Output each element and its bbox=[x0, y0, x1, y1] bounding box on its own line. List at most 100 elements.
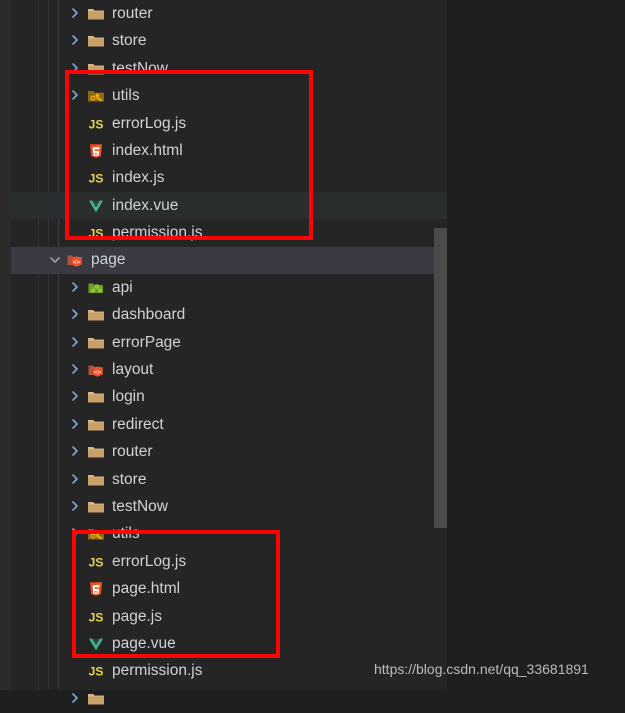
svg-text:<>: <> bbox=[94, 369, 102, 376]
chevron-right-icon[interactable] bbox=[68, 280, 82, 294]
folder-api-icon bbox=[87, 279, 105, 297]
folder-tools-icon bbox=[87, 525, 105, 543]
tree-row-label: errorLog.js bbox=[112, 552, 187, 570]
tree-row[interactable]: page.vue bbox=[11, 630, 447, 657]
tree-row[interactable]: testNow bbox=[11, 55, 447, 82]
watermark-text: https://blog.csdn.net/qq_33681891 bbox=[374, 661, 589, 677]
tree-row[interactable]: utils bbox=[11, 82, 447, 109]
tree-row[interactable]: store bbox=[11, 27, 447, 54]
tree-row-label: page bbox=[91, 251, 126, 269]
tree-row[interactable] bbox=[11, 685, 447, 712]
tree-row[interactable]: JS errorLog.js bbox=[11, 110, 447, 137]
tree-row[interactable]: page.html bbox=[11, 575, 447, 602]
chevron-right-icon[interactable] bbox=[68, 88, 82, 102]
tree-row[interactable]: api bbox=[11, 274, 447, 301]
chevron-right-icon[interactable] bbox=[68, 335, 82, 349]
tree-row-label: utils bbox=[112, 87, 140, 105]
tree-row-label: errorPage bbox=[112, 333, 181, 351]
folder-icon bbox=[87, 306, 105, 324]
folder-vue-icon: <> bbox=[66, 251, 84, 269]
tree-row-label: login bbox=[112, 388, 145, 406]
tree-row-label: testNow bbox=[112, 497, 168, 515]
tree-row-label: testNow bbox=[112, 59, 168, 77]
folder-icon bbox=[87, 5, 105, 23]
tree-row[interactable]: index.html bbox=[11, 137, 447, 164]
js-file-icon: JS bbox=[87, 553, 105, 571]
folder-icon bbox=[87, 388, 105, 406]
svg-text:JS: JS bbox=[89, 610, 104, 624]
folder-icon bbox=[87, 471, 105, 489]
svg-text:JS: JS bbox=[89, 555, 104, 569]
chevron-right-icon[interactable] bbox=[68, 526, 82, 540]
tree-row[interactable]: redirect bbox=[11, 411, 447, 438]
tree-row[interactable]: utils bbox=[11, 520, 447, 547]
folder-icon bbox=[87, 60, 105, 78]
folder-tools-icon bbox=[87, 87, 105, 105]
svg-text:JS: JS bbox=[89, 227, 104, 241]
chevron-right-icon[interactable] bbox=[68, 307, 82, 321]
chevron-right-icon[interactable] bbox=[68, 444, 82, 458]
svg-text:JS: JS bbox=[89, 665, 104, 679]
tree-row[interactable]: testNow bbox=[11, 493, 447, 520]
tree-row[interactable]: router bbox=[11, 438, 447, 465]
tree-row-label: errorLog.js bbox=[112, 114, 187, 132]
chevron-right-icon[interactable] bbox=[68, 499, 82, 513]
chevron-right-icon[interactable] bbox=[68, 389, 82, 403]
js-file-icon: JS bbox=[87, 169, 105, 187]
chevron-down-icon[interactable] bbox=[48, 253, 62, 267]
tree-row-label: redirect bbox=[112, 415, 164, 433]
folder-icon bbox=[87, 498, 105, 516]
chevron-right-icon[interactable] bbox=[68, 417, 82, 431]
tree-row[interactable]: JS page.js bbox=[11, 603, 447, 630]
tree-row-label: page.js bbox=[112, 607, 162, 625]
chevron-right-icon[interactable] bbox=[68, 33, 82, 47]
tree-row-label: index.html bbox=[112, 141, 183, 159]
tree-row[interactable]: errorPage bbox=[11, 329, 447, 356]
explorer-scrollbar[interactable] bbox=[434, 228, 447, 528]
folder-icon bbox=[87, 32, 105, 50]
tree-row[interactable]: index.vue bbox=[11, 191, 447, 220]
tree-row[interactable]: router bbox=[11, 0, 447, 27]
folder-icon bbox=[87, 416, 105, 434]
tree-row-label: store bbox=[112, 470, 147, 488]
html5-file-icon bbox=[87, 580, 105, 598]
tree-row[interactable]: login bbox=[11, 383, 447, 410]
tree-row[interactable]: JS errorLog.js bbox=[11, 548, 447, 575]
tree-row-label: store bbox=[112, 32, 147, 50]
chevron-right-icon[interactable] bbox=[68, 61, 82, 75]
chevron-right-icon[interactable] bbox=[68, 362, 82, 376]
chevron-right-icon[interactable] bbox=[68, 6, 82, 20]
folder-vue-icon: <> bbox=[87, 361, 105, 379]
tree-row-label: router bbox=[112, 443, 153, 461]
tree-row-label: api bbox=[112, 278, 133, 296]
activity-bar-gutter bbox=[0, 0, 11, 690]
folder-icon bbox=[87, 690, 105, 708]
tree-row-label: permission.js bbox=[112, 224, 203, 242]
tree-row[interactable]: dashboard bbox=[11, 301, 447, 328]
html5-file-icon bbox=[87, 142, 105, 160]
vscode-window: router store testNow utils JS errorLog.js inde… bbox=[0, 0, 625, 705]
tree-row-label: page.html bbox=[112, 580, 181, 598]
folder-icon bbox=[87, 334, 105, 352]
vue-file-icon bbox=[87, 197, 105, 215]
svg-text:JS: JS bbox=[89, 117, 104, 131]
svg-text:<>: <> bbox=[73, 259, 81, 266]
tree-row[interactable]: JS permission.js bbox=[11, 219, 447, 246]
js-file-icon: JS bbox=[87, 608, 105, 626]
tree-row[interactable]: <> layout bbox=[11, 356, 447, 383]
tree-row-label: permission.js bbox=[112, 662, 203, 680]
tree-row-label: layout bbox=[112, 361, 154, 379]
tree-row[interactable]: <> page bbox=[11, 246, 447, 274]
chevron-right-icon[interactable] bbox=[68, 472, 82, 486]
tree-row-label: index.js bbox=[112, 169, 165, 187]
js-file-icon: JS bbox=[87, 115, 105, 133]
tree-row-label: router bbox=[112, 4, 153, 22]
tree-row[interactable]: store bbox=[11, 466, 447, 493]
editor-area bbox=[447, 0, 625, 690]
file-tree[interactable]: router store testNow utils JS errorLog.js inde… bbox=[11, 0, 447, 712]
js-file-icon: JS bbox=[87, 662, 105, 680]
tree-row[interactable]: JS index.js bbox=[11, 164, 447, 191]
chevron-right-icon[interactable] bbox=[68, 691, 82, 705]
tree-row-label: utils bbox=[112, 525, 140, 543]
js-file-icon: JS bbox=[87, 224, 105, 242]
